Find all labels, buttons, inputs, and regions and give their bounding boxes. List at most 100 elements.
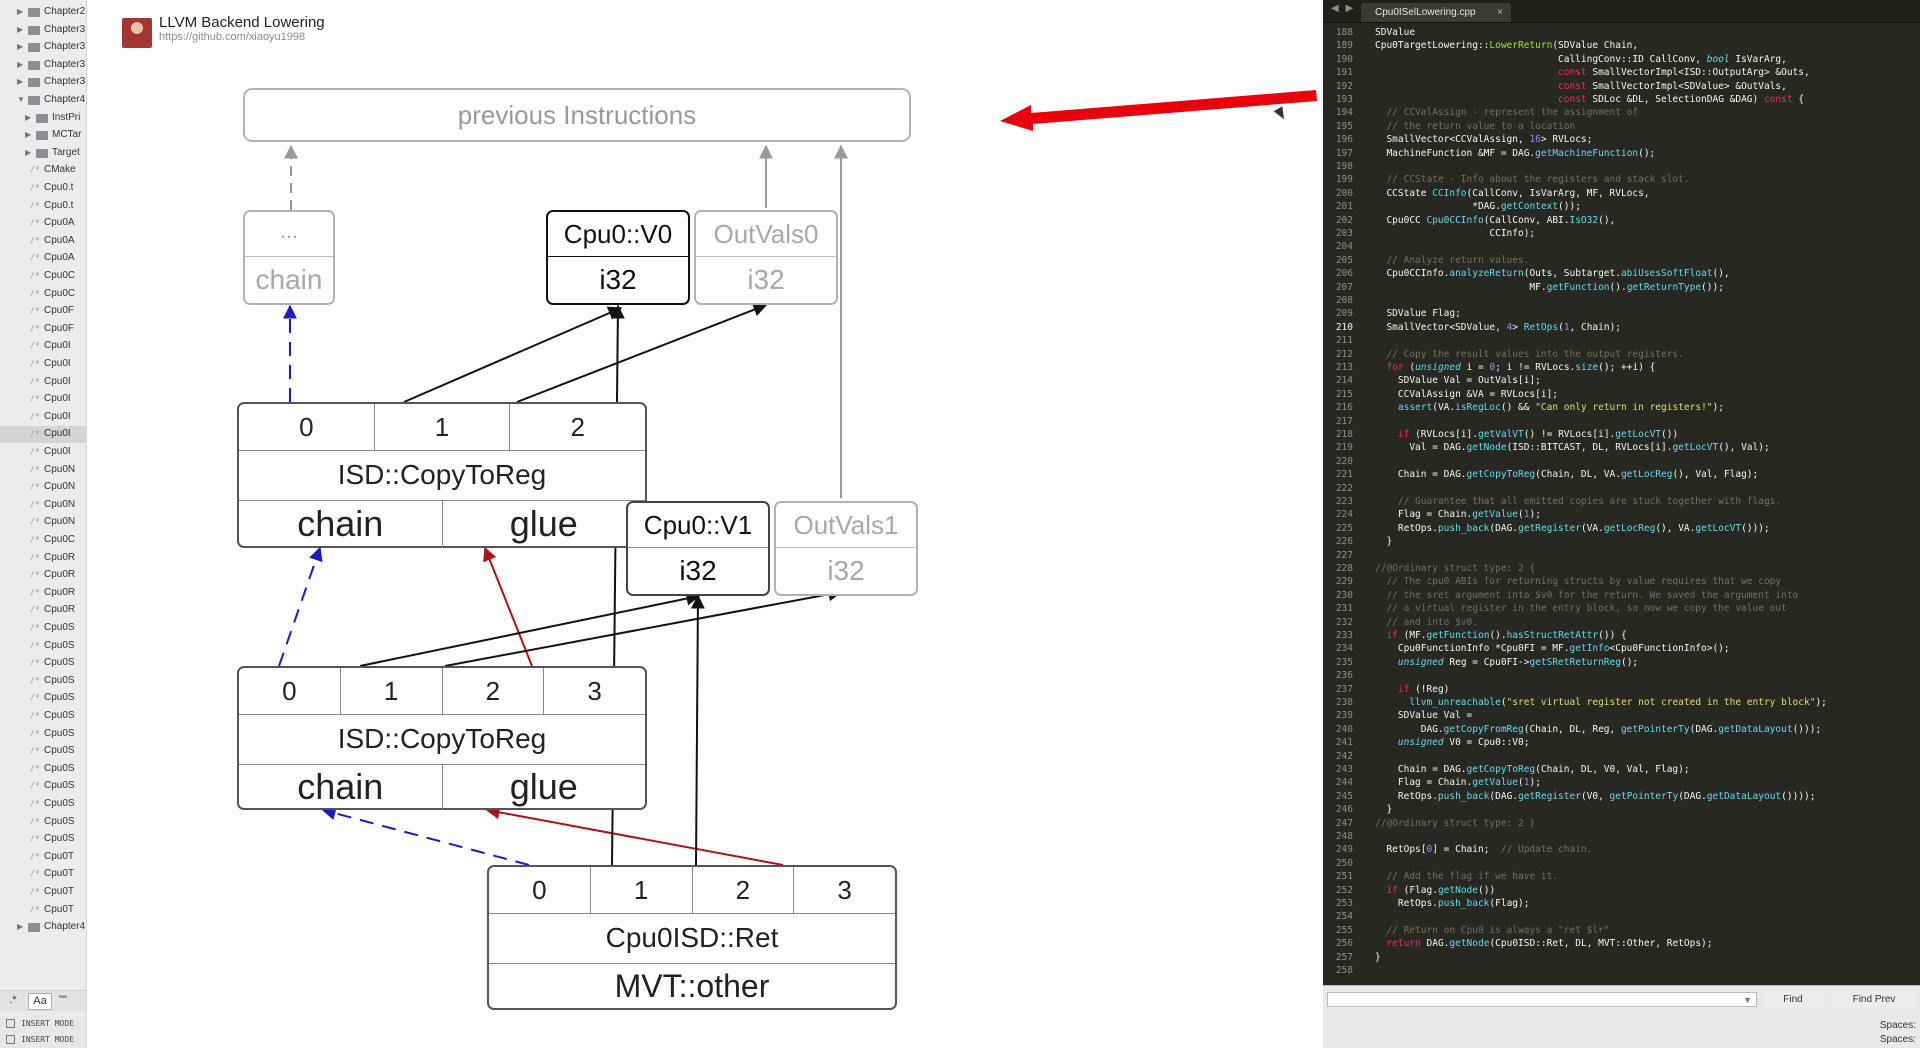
editor-tab-active[interactable]: Cpu0ISelLowering.cpp ×	[1361, 3, 1511, 22]
sidebar-item-cpu0r[interactable]: /* Cpu0R	[0, 585, 86, 602]
disclosure-triangle-icon[interactable]: ▶	[17, 25, 25, 34]
file-icon: /*	[30, 271, 40, 280]
copytoreg-node-2: 0 1 2 3 ISD::CopyToReg chain glue	[237, 666, 647, 810]
status-bar-mode: INSERT MODE	[0, 1032, 86, 1048]
file-icon: /*	[30, 623, 40, 632]
sidebar-item-cpu0t[interactable]: /* Cpu0T	[0, 884, 86, 901]
find-prev-button[interactable]: Find Prev	[1831, 992, 1917, 1008]
sidebar-item-mctar[interactable]: ▶ MCTar	[0, 127, 86, 144]
sidebar-item-chapter4[interactable]: ▼ Chapter4	[0, 92, 86, 109]
sidebar-item-cpu0s[interactable]: /* Cpu0S	[0, 620, 86, 637]
sidebar-item-cpu0t[interactable]: /* Cpu0T	[0, 902, 86, 919]
sidebar-item-cpu0-t[interactable]: /* Cpu0.t	[0, 180, 86, 197]
sidebar-item-cpu0i[interactable]: /* Cpu0I	[0, 409, 86, 426]
find-button[interactable]: Find	[1763, 992, 1823, 1008]
sidebar-item-cpu0a[interactable]: /* Cpu0A	[0, 215, 86, 232]
find-input[interactable]: ▼	[1327, 992, 1757, 1007]
indent-status-1[interactable]: Spaces:	[1880, 1020, 1916, 1031]
sidebar-item-cpu0i[interactable]: /* Cpu0I	[0, 391, 86, 408]
sidebar-item-chapter3[interactable]: ▶ Chapter3	[0, 74, 86, 91]
sidebar-item-cpu0s[interactable]: /* Cpu0S	[0, 743, 86, 760]
sidebar-item-cpu0a[interactable]: /* Cpu0A	[0, 233, 86, 250]
code-line: Cpu0CCInfo.analyzeReturn(Outs, Subtarget…	[1375, 268, 1730, 280]
indent-status-2[interactable]: Spaces:	[1880, 1034, 1916, 1045]
outvals1-type: i32	[827, 555, 865, 586]
sidebar-item-cpu0c[interactable]: /* Cpu0C	[0, 268, 86, 285]
line-number: 208	[1335, 295, 1353, 306]
sidebar-item-cpu0n[interactable]: /* Cpu0N	[0, 514, 86, 531]
disclosure-triangle-icon[interactable]: ▶	[25, 130, 33, 139]
sidebar-item-cpu0i[interactable]: /* Cpu0I	[0, 426, 86, 444]
disclosure-triangle-icon[interactable]: ▼	[17, 95, 25, 104]
sidebar-item-cpu0s[interactable]: /* Cpu0S	[0, 778, 86, 795]
code-line: // Return on Cpu0 is always a "ret $lr"	[1386, 924, 1610, 936]
sidebar-item-chapter4[interactable]: ▶ Chapter4	[0, 919, 86, 936]
sidebar-item-cpu0f[interactable]: /* Cpu0F	[0, 321, 86, 338]
sidebar-item-cpu0-t[interactable]: /* Cpu0.t	[0, 198, 86, 215]
sidebar-item-cpu0t[interactable]: /* Cpu0T	[0, 866, 86, 883]
code-line: Flag = Chain.getValue(1);	[1375, 777, 1541, 789]
disclosure-triangle-icon[interactable]: ▶	[17, 42, 25, 51]
close-icon[interactable]: ×	[1497, 3, 1503, 22]
sidebar-item-cpu0s[interactable]: /* Cpu0S	[0, 638, 86, 655]
sidebar-item-cpu0i[interactable]: /* Cpu0I	[0, 374, 86, 391]
sidebar-item-cmake[interactable]: /* CMake	[0, 162, 86, 179]
line-number: 207	[1335, 281, 1353, 293]
sidebar-item-cpu0n[interactable]: /* Cpu0N	[0, 462, 86, 479]
code-line: const SDLoc &DL, SelectionDAG &DAG) cons…	[1558, 94, 1805, 105]
sidebar-item-cpu0s[interactable]: /* Cpu0S	[0, 655, 86, 672]
disclosure-triangle-icon[interactable]: ▶	[17, 922, 25, 931]
word-toggle-button[interactable]: ""	[54, 993, 72, 1008]
register-v0-node: Cpu0::V0 i32	[546, 210, 690, 305]
sidebar-item-cpu0r[interactable]: /* Cpu0R	[0, 602, 86, 619]
line-number: 253	[1335, 898, 1353, 909]
folder-icon	[28, 60, 40, 70]
sidebar-item-cpu0r[interactable]: /* Cpu0R	[0, 550, 86, 567]
copytoreg-2-result-glue: glue	[441, 764, 646, 810]
disclosure-triangle-icon[interactable]: ▶	[17, 60, 25, 69]
sidebar-item-cpu0i[interactable]: /* Cpu0I	[0, 444, 86, 461]
sidebar-item-cpu0s[interactable]: /* Cpu0S	[0, 726, 86, 743]
regex-toggle-button[interactable]: .*	[4, 993, 22, 1008]
sidebar-item-cpu0f[interactable]: /* Cpu0F	[0, 303, 86, 320]
disclosure-triangle-icon[interactable]: ▶	[25, 148, 33, 157]
sidebar-item-target[interactable]: ▶ Target	[0, 145, 86, 162]
sidebar-item-cpu0t[interactable]: /* Cpu0T	[0, 849, 86, 866]
sidebar-item-cpu0s[interactable]: /* Cpu0S	[0, 708, 86, 725]
sidebar-item-cpu0i[interactable]: /* Cpu0I	[0, 338, 86, 355]
sidebar-item-instpri[interactable]: ▶ InstPri	[0, 110, 86, 127]
sidebar-item-cpu0a[interactable]: /* Cpu0A	[0, 250, 86, 267]
case-toggle-button[interactable]: Aa	[28, 993, 52, 1010]
line-number: 223	[1335, 496, 1353, 507]
tab-nav-arrows-icon[interactable]: ◀ ▶	[1331, 3, 1355, 14]
sidebar-item-cpu0s[interactable]: /* Cpu0S	[0, 831, 86, 848]
diagram-slide: LLVM Backend Lowering https://github.com…	[87, 0, 1323, 1048]
sidebar-item-label: Chapter2	[44, 6, 86, 17]
sidebar-item-cpu0s[interactable]: /* Cpu0S	[0, 690, 86, 707]
sidebar-item-chapter3[interactable]: ▶ Chapter3	[0, 22, 86, 39]
sidebar-item-chapter3[interactable]: ▶ Chapter3	[0, 39, 86, 56]
sidebar-item-chapter3[interactable]: ▶ Chapter3	[0, 57, 86, 74]
sidebar-item-cpu0n[interactable]: /* Cpu0N	[0, 479, 86, 496]
sidebar-item-cpu0n[interactable]: /* Cpu0N	[0, 497, 86, 514]
sidebar-item-chapter2[interactable]: ▶ Chapter2	[0, 4, 86, 21]
disclosure-triangle-icon[interactable]: ▶	[17, 77, 25, 86]
disclosure-triangle-icon[interactable]: ▶	[25, 113, 33, 122]
chevron-down-icon[interactable]: ▼	[1743, 993, 1752, 1007]
sidebar-item-cpu0r[interactable]: /* Cpu0R	[0, 567, 86, 584]
disclosure-triangle-icon[interactable]: ▶	[17, 7, 25, 16]
sidebar-item-cpu0s[interactable]: /* Cpu0S	[0, 761, 86, 778]
panel-toggle-icon[interactable]	[6, 1035, 15, 1044]
sidebar-item-cpu0s[interactable]: /* Cpu0S	[0, 673, 86, 690]
sidebar-item-cpu0c[interactable]: /* Cpu0C	[0, 532, 86, 549]
copytoreg-1-op-2: 2	[509, 404, 645, 450]
code-line: CCInfo);	[1375, 228, 1536, 239]
sidebar-item-cpu0s[interactable]: /* Cpu0S	[0, 796, 86, 813]
line-number: 231	[1335, 603, 1353, 615]
file-tree-sidebar: ▶ Chapter2 ▶ Chapter3 ▶ Chapter3 ▶ Chapter3 ▶ Cha…	[0, 0, 87, 1048]
sidebar-item-cpu0c[interactable]: /* Cpu0C	[0, 286, 86, 303]
entry-chain-node: ... chain	[243, 210, 335, 305]
sidebar-item-cpu0s[interactable]: /* Cpu0S	[0, 814, 86, 831]
sidebar-item-cpu0i[interactable]: /* Cpu0I	[0, 356, 86, 373]
panel-toggle-icon[interactable]	[6, 1019, 15, 1028]
